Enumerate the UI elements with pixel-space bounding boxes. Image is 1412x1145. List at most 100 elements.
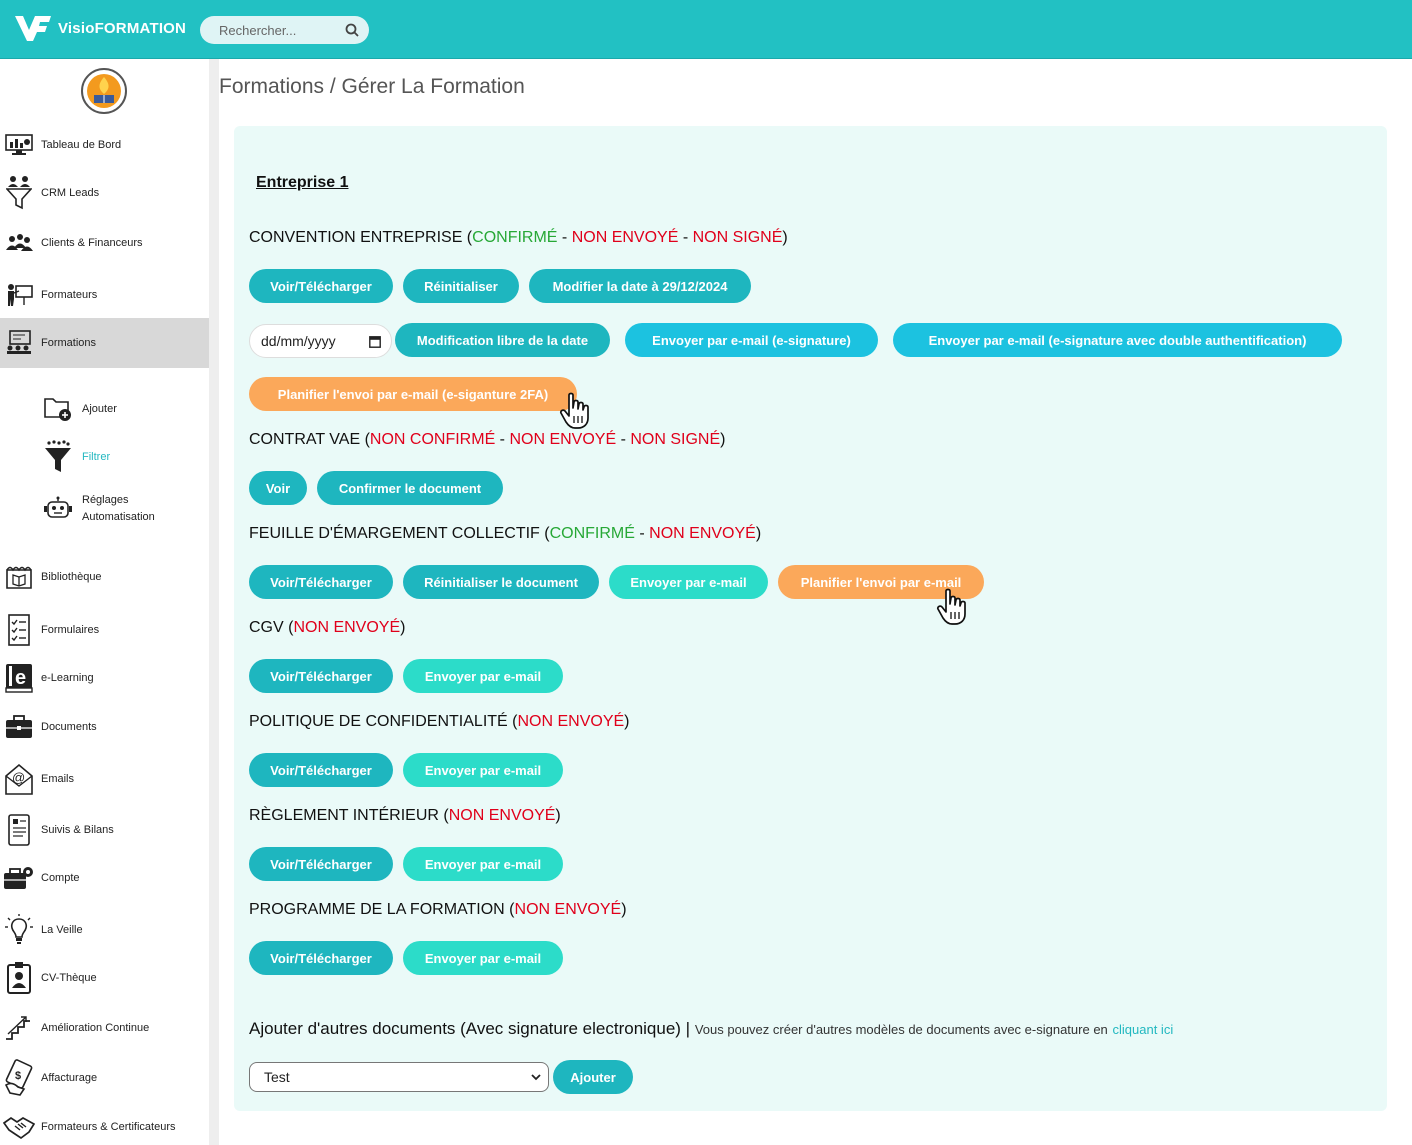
- sidebar-item-clients-financeurs[interactable]: Clients & Financeurs: [0, 229, 209, 257]
- id-badge-icon: [3, 962, 35, 994]
- svg-text:$: $: [15, 1070, 21, 1082]
- politique-send-button[interactable]: Envoyer par e-mail: [403, 753, 563, 787]
- status-badge: CONFIRMÉ: [472, 229, 558, 246]
- folder-add-icon: [42, 394, 74, 424]
- status-badge: NON SIGNÉ: [630, 431, 721, 448]
- emargement-view-button[interactable]: Voir/Télécharger: [249, 565, 393, 599]
- reglement-title: RÈGLEMENT INTÉRIEUR (NON ENVOYÉ): [249, 807, 561, 824]
- emargement-send-button[interactable]: Envoyer par e-mail: [609, 565, 768, 599]
- convention-schedule-2fa-button[interactable]: Planifier l'envoi par e-mail (e-sigantur…: [249, 377, 577, 411]
- sidebar-item-compte[interactable]: Compte: [0, 862, 209, 894]
- sidebar-item-crm-leads[interactable]: CRM Leads: [0, 173, 209, 213]
- sidebar-item-formateurs-certificateurs[interactable]: Formateurs & Certificateurs: [0, 1110, 209, 1144]
- status-badge: NON ENVOYÉ: [509, 431, 617, 448]
- sidebar-item-formations[interactable]: Formations: [0, 318, 209, 368]
- sidebar-edge: [209, 59, 219, 1145]
- status-badge: NON ENVOYÉ: [448, 807, 556, 824]
- sidebar-item-affacturage[interactable]: $ Affacturage: [0, 1056, 209, 1100]
- programme-title: PROGRAMME DE LA FORMATION (NON ENVOYÉ): [249, 901, 627, 918]
- calendar-icon[interactable]: [369, 335, 381, 348]
- company-title: Entreprise 1: [256, 174, 349, 191]
- create-template-link[interactable]: cliquant ici: [1113, 1022, 1174, 1037]
- status-badge: NON ENVOYÉ: [293, 619, 401, 636]
- convention-free-date-button[interactable]: Modification libre de la date: [395, 323, 610, 357]
- organization-logo-icon: [81, 68, 127, 114]
- robot-icon: [42, 494, 74, 524]
- politique-view-button[interactable]: Voir/Télécharger: [249, 753, 393, 787]
- brand-name: VisioFORMATION: [58, 19, 187, 37]
- report-tablet-icon: [3, 814, 35, 846]
- emargement-title: FEUILLE D'ÉMARGEMENT COLLECTIF (CONFIRMÉ…: [249, 525, 762, 542]
- dashboard-monitor-icon: [3, 131, 35, 159]
- sidebar-item-tableau-de-bord[interactable]: Tableau de Bord: [0, 130, 209, 160]
- add-document-button[interactable]: Ajouter: [553, 1060, 633, 1094]
- add-documents-hint: Vous pouvez créer d'autres modèles de do…: [694, 1022, 1108, 1037]
- sidebar-subitem-reglages-automatisation[interactable]: Réglages Automatisation: [42, 492, 155, 526]
- sidebar-subitem-filtrer[interactable]: Filtrer: [42, 440, 110, 472]
- hand-pointer-icon: [936, 588, 966, 625]
- trainer-board-icon: [3, 281, 35, 309]
- sidebar-item-bibliotheque[interactable]: Bibliothèque: [0, 561, 209, 593]
- convention-reset-button[interactable]: Réinitialiser: [403, 269, 519, 303]
- sidebar-item-e-learning[interactable]: e e-Learning: [0, 659, 209, 697]
- search-icon[interactable]: [345, 23, 359, 37]
- sidebar-item-emails[interactable]: @ Emails: [0, 758, 209, 800]
- convention-send-2fa-button[interactable]: Envoyer par e-mail (e-signature avec dou…: [893, 323, 1342, 357]
- programme-view-button[interactable]: Voir/Télécharger: [249, 941, 393, 975]
- convention-title: CONVENTION ENTREPRISE (CONFIRMÉ - NON EN…: [249, 229, 788, 246]
- sidebar-item-suivis-bilans[interactable]: Suivis & Bilans: [0, 810, 209, 850]
- vf-logo-icon: [15, 16, 51, 41]
- cgv-view-button[interactable]: Voir/Télécharger: [249, 659, 393, 693]
- email-at-icon: @: [3, 763, 35, 795]
- sidebar-item-formulaires[interactable]: Formulaires: [0, 608, 209, 652]
- svg-text:e: e: [15, 667, 26, 689]
- people-group-icon: [3, 229, 35, 257]
- reglement-view-button[interactable]: Voir/Télécharger: [249, 847, 393, 881]
- vae-confirm-button[interactable]: Confirmer le document: [317, 471, 503, 505]
- elearning-book-icon: e: [3, 664, 35, 693]
- funnel-people-icon: [3, 176, 35, 210]
- status-badge: NON CONFIRMÉ: [369, 431, 496, 448]
- sidebar-item-documents[interactable]: Documents: [0, 711, 209, 743]
- hand-pointer-icon: [559, 392, 589, 429]
- emargement-reset-button[interactable]: Réinitialiser le document: [403, 565, 599, 599]
- politique-title: POLITIQUE DE CONFIDENTIALITÉ (NON ENVOYÉ…: [249, 713, 630, 730]
- sidebar-item-la-veille[interactable]: La Veille: [0, 909, 209, 951]
- handshake-icon: [3, 1113, 35, 1141]
- sidebar-subitem-ajouter[interactable]: Ajouter: [42, 394, 117, 424]
- vae-view-button[interactable]: Voir: [249, 471, 307, 505]
- training-board-icon: [3, 329, 35, 357]
- vae-title: CONTRAT VAE (NON CONFIRMÉ - NON ENVOYÉ -…: [249, 431, 726, 448]
- sidebar-subitem-label-line2: Automatisation: [82, 511, 155, 523]
- search-box: [200, 16, 369, 44]
- stairs-up-icon: [3, 1014, 35, 1042]
- convention-send-esign-button[interactable]: Envoyer par e-mail (e-signature): [625, 323, 878, 357]
- programme-send-button[interactable]: Envoyer par e-mail: [403, 941, 563, 975]
- search-input[interactable]: [200, 16, 340, 44]
- top-bar: VisioFORMATION: [0, 0, 1412, 59]
- brand-logo[interactable]: VisioFORMATION: [14, 14, 186, 42]
- lightbulb-icon: [3, 914, 35, 944]
- cgv-send-button[interactable]: Envoyer par e-mail: [403, 659, 563, 693]
- status-badge: CONFIRMÉ: [549, 525, 635, 542]
- status-badge: NON SIGNÉ: [692, 229, 783, 246]
- document-select-value: Test: [264, 1069, 290, 1085]
- briefcase-icon: [3, 713, 35, 741]
- sidebar-item-amelioration-continue[interactable]: Amélioration Continue: [0, 1011, 209, 1045]
- date-input[interactable]: dd/mm/yyyy: [249, 324, 392, 358]
- status-badge: NON ENVOYÉ: [517, 713, 625, 730]
- sidebar-item-cv-theque[interactable]: CV-Thèque: [0, 958, 209, 998]
- date-placeholder: dd/mm/yyyy: [261, 333, 336, 349]
- cgv-title: CGV (NON ENVOYÉ): [249, 619, 406, 636]
- reglement-send-button[interactable]: Envoyer par e-mail: [403, 847, 563, 881]
- filter-funnel-icon: [42, 440, 74, 472]
- account-gear-icon: [3, 864, 35, 892]
- sidebar-item-formateurs[interactable]: Formateurs: [0, 280, 209, 310]
- convention-modify-date-button[interactable]: Modifier la date à 29/12/2024: [529, 269, 751, 303]
- library-icon: [3, 563, 35, 591]
- document-select[interactable]: Test: [249, 1062, 549, 1092]
- checklist-icon: [3, 614, 35, 646]
- convention-view-button[interactable]: Voir/Télécharger: [249, 269, 393, 303]
- add-documents-title: Ajouter d'autres documents (Avec signatu…: [249, 1019, 1174, 1038]
- status-badge: NON ENVOYÉ: [514, 901, 622, 918]
